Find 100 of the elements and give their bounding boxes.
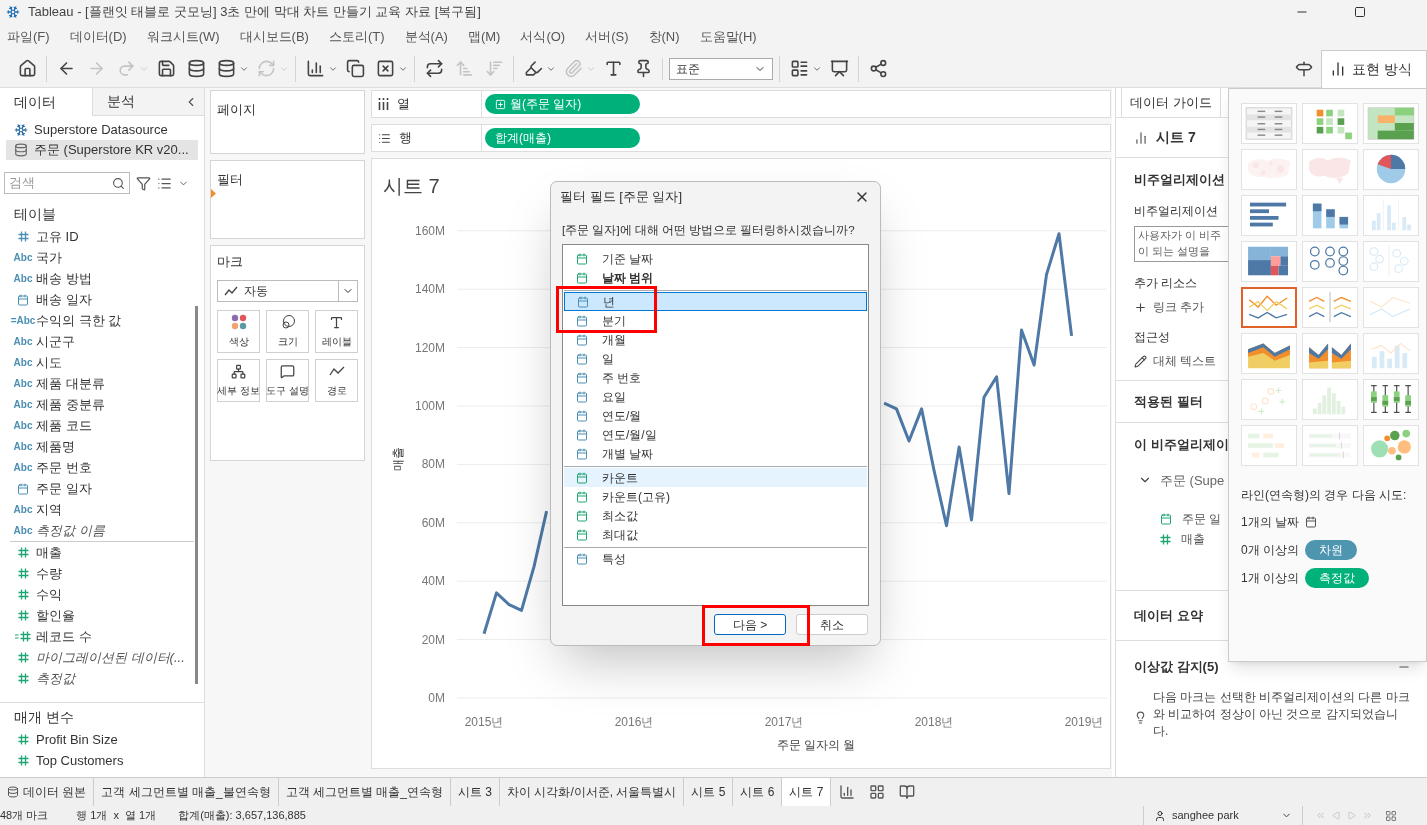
menu-item[interactable]: 맵(M): [462, 27, 506, 47]
mark-property-button[interactable]: 크기: [266, 310, 309, 353]
calendar-icon: [17, 293, 29, 306]
field-item[interactable]: 제품명: [36, 436, 75, 457]
filter-option[interactable]: 최대값: [564, 525, 867, 545]
menu-item[interactable]: 워크시트(W): [141, 27, 225, 47]
axis-tick-label: 2019년: [1064, 715, 1104, 729]
field-item[interactable]: 마이그레이션된 데이터(...: [36, 647, 185, 668]
mark-property-button[interactable]: 색상: [217, 310, 260, 353]
menu-item[interactable]: 분석(A): [399, 27, 453, 47]
field-item[interactable]: 수량: [36, 563, 62, 584]
field-item[interactable]: 배송 방법: [36, 268, 92, 289]
mark-property-button[interactable]: 도구 설명: [266, 359, 309, 402]
line-icon: [224, 286, 238, 296]
pane-tab[interactable]: 데이터 가이드: [1121, 88, 1221, 117]
chart-type-button[interactable]: [1241, 287, 1297, 328]
section-heading: 데이터 요약: [1134, 606, 1203, 625]
filter-option[interactable]: 카운트: [564, 468, 867, 488]
type-label: Abc: [13, 420, 33, 431]
scrollbar[interactable]: [195, 306, 198, 684]
filter-option[interactable]: 개별 날짜: [564, 444, 867, 464]
field-item[interactable]: 매출: [36, 542, 62, 563]
new-story-icon[interactable]: [899, 784, 916, 800]
grid-view-icon[interactable]: [1385, 809, 1397, 822]
calendar-icon: [576, 314, 588, 327]
field-item[interactable]: 주문 일자: [36, 478, 92, 499]
alt-text-link[interactable]: 대체 텍스트: [1153, 352, 1217, 370]
filter-option[interactable]: 최소값: [564, 506, 867, 526]
sheet-tab[interactable]: 시트 7: [782, 778, 832, 806]
maximize-icon[interactable]: [1354, 6, 1366, 18]
show-me-tab[interactable]: 표현 방식: [1321, 49, 1427, 88]
filter-option[interactable]: 카운트(고유): [564, 487, 867, 507]
text-icon: [329, 314, 344, 330]
field-item[interactable]: 제품 코드: [36, 415, 92, 436]
new-sheet-icon[interactable]: [839, 784, 856, 800]
filter-option[interactable]: 연도/월: [564, 406, 867, 426]
menu-item[interactable]: 창(N): [643, 27, 685, 47]
parameter-item[interactable]: Top Customers: [36, 750, 124, 771]
filter-option[interactable]: 주 번호: [564, 368, 867, 388]
dialog-button[interactable]: 취소: [796, 614, 868, 636]
filter-option[interactable]: 년: [564, 292, 867, 312]
menu-item[interactable]: 도움말(H): [694, 27, 762, 47]
filter-option[interactable]: 개월: [564, 330, 867, 350]
menu-item[interactable]: 서버(S): [580, 27, 634, 47]
data-source-item[interactable]: 주문 (Superstore KR v20...: [6, 140, 198, 160]
hash-icon: [1160, 533, 1171, 545]
field-item[interactable]: 수익의 극한 값: [36, 310, 122, 331]
field-item[interactable]: 지역: [36, 499, 62, 520]
field-label: 비주얼리제이션: [1134, 203, 1218, 220]
filter-option[interactable]: 연도/월/일: [564, 425, 867, 445]
pane-tab[interactable]: 분석: [92, 88, 184, 116]
data-source-item[interactable]: Superstore Datasource: [6, 120, 198, 140]
field-item[interactable]: 제품 중분류: [36, 394, 105, 415]
menu-item[interactable]: 서식(O): [515, 27, 571, 47]
mark-property-button[interactable]: 세부 정보: [217, 359, 260, 402]
mark-property-button[interactable]: 레이블: [315, 310, 358, 353]
field-item[interactable]: 주문 번호: [36, 457, 92, 478]
field-item[interactable]: 측정값: [36, 668, 75, 689]
type-label: Abc: [13, 273, 33, 284]
mark-property-button[interactable]: 경로: [315, 359, 358, 402]
filter-option[interactable]: 기준 날짜: [564, 249, 867, 269]
filter-option[interactable]: 분기: [564, 311, 867, 331]
new-dashboard-icon[interactable]: [869, 784, 886, 800]
bar-chart-icon: [305, 59, 325, 78]
field-item[interactable]: 시도: [36, 352, 62, 373]
field-item[interactable]: 배송 일자: [36, 289, 92, 310]
signpost-icon[interactable]: [1295, 59, 1313, 78]
axis-title: 매출: [391, 447, 405, 471]
user-icon: [1154, 809, 1166, 822]
add-link[interactable]: 링크 추가: [1153, 298, 1205, 316]
menu-item[interactable]: 스토리(T): [323, 27, 390, 47]
field-item[interactable]: 시군구: [36, 331, 75, 352]
dialog-button[interactable]: 다음 >: [714, 614, 786, 636]
field-item[interactable]: 할인율: [36, 605, 75, 626]
field-item[interactable]: 레코드 수: [36, 626, 92, 647]
field-item[interactable]: 고유 ID: [36, 226, 79, 247]
sort-descending-icon: [484, 59, 504, 78]
speech-bubble-icon: [280, 363, 295, 379]
mark-type-dropdown[interactable]: 자동: [217, 280, 358, 302]
user-menu[interactable]: sanghee park: [1143, 806, 1303, 825]
filter-option[interactable]: 날짜 범위: [564, 268, 867, 288]
field-item[interactable]: 제품 대분류: [36, 373, 105, 394]
section-heading: 매개 변수: [13, 708, 75, 727]
filter-option[interactable]: 특성: [564, 549, 867, 569]
field-item[interactable]: 수익: [36, 584, 62, 605]
field-item[interactable]: 국가: [36, 247, 62, 268]
parameter-item[interactable]: Profit Bin Size: [36, 729, 118, 750]
menu-item[interactable]: 데이터(D): [64, 27, 132, 47]
filter-icon[interactable]: [136, 175, 151, 191]
requirement-text: 1개의 날짜: [1241, 514, 1299, 531]
menu-item[interactable]: 파일(F): [2, 27, 55, 47]
field-item[interactable]: 측정값 이름: [36, 520, 105, 541]
filter-option[interactable]: 일: [564, 349, 867, 369]
save-icon: [156, 59, 176, 78]
fit-dropdown[interactable]: 표준: [669, 57, 773, 80]
type-label: Abc: [13, 441, 33, 452]
menu-item[interactable]: 대시보드(B): [234, 27, 314, 47]
list-view-icon[interactable]: [157, 175, 172, 191]
filter-option[interactable]: 요일: [564, 387, 867, 407]
copy-icon: [345, 59, 365, 78]
